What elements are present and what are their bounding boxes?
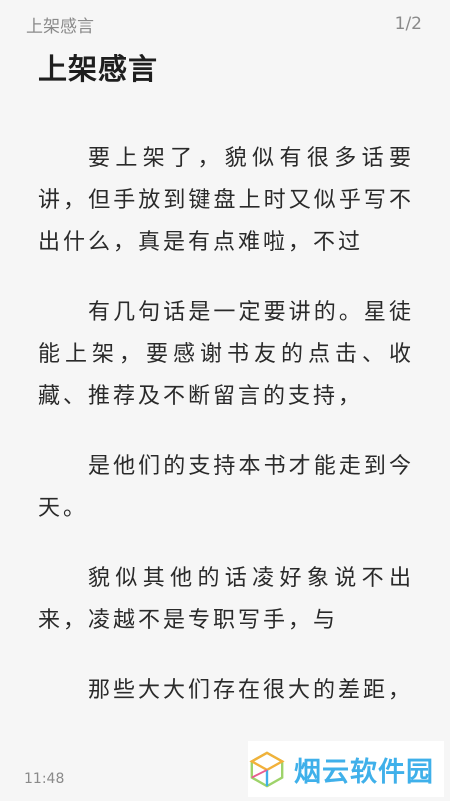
book-title: 上架感言 bbox=[26, 16, 94, 37]
paragraph: 那些大大们存在很大的差距， bbox=[88, 678, 414, 703]
paragraph: 有几句话是一定要讲的。星徒能上架，要感谢书友的点击、收藏、推荐及不断留言的支持， bbox=[38, 300, 414, 409]
page-indicator: 1/2 bbox=[394, 14, 422, 34]
paragraph: 要上架了，貌似有很多话要讲，但手放到键盘上时又似乎写不出什么，真是有点难啦，不过 bbox=[38, 146, 414, 255]
paragraph: 貌似其他的话凌好象说不出来，凌越不是专职写手，与 bbox=[38, 566, 414, 633]
watermark-text: 烟云软件园 bbox=[294, 756, 434, 788]
clock-time: 11:48 bbox=[24, 771, 65, 787]
chapter-title: 上架感言 bbox=[38, 52, 159, 86]
paragraph: 是他们的支持本书才能走到今天。 bbox=[38, 454, 414, 521]
reader-page[interactable]: 上架感言 1/2 上架感言 要上架了，貌似有很多话要讲，但手放到键盘上时又似乎写… bbox=[0, 0, 450, 801]
reader-header: 上架感言 1/2 bbox=[26, 10, 422, 38]
watermark-logo-icon bbox=[249, 751, 285, 788]
chapter-content: 要上架了，貌似有很多话要讲，但手放到键盘上时又似乎写不出什么，真是有点难啦，不过… bbox=[38, 138, 414, 740]
watermark: 烟云软件园 bbox=[248, 741, 444, 797]
